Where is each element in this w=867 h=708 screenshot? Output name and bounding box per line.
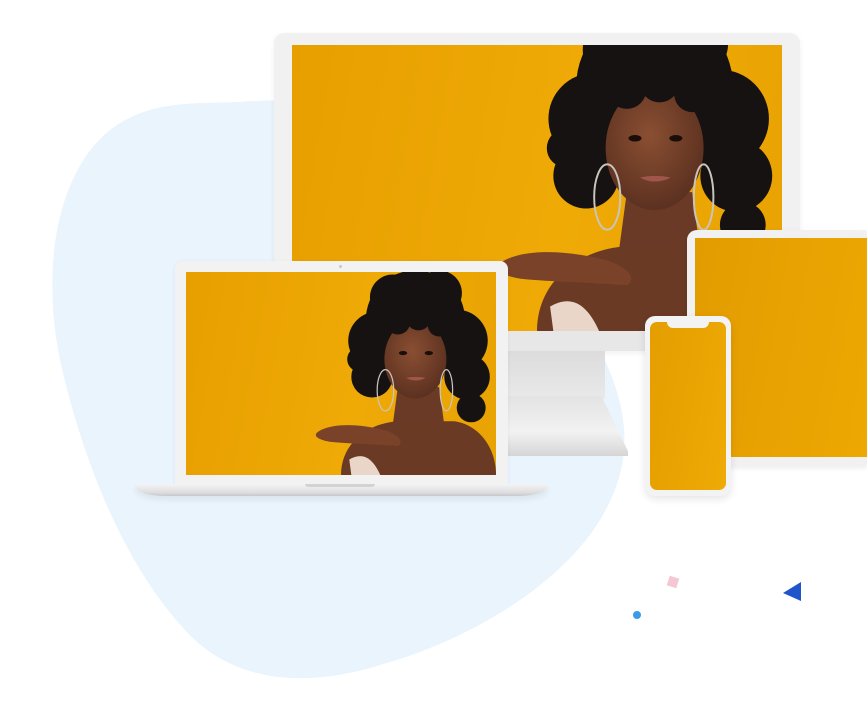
laptop-portrait-photo	[186, 272, 496, 475]
laptop-base	[135, 484, 548, 496]
laptop-notch	[305, 484, 375, 487]
phone-notch	[667, 321, 709, 328]
laptop	[175, 261, 508, 486]
hero-illustration	[0, 0, 867, 708]
phone-portrait-photo	[650, 322, 726, 490]
monitor-stand-neck	[505, 351, 605, 399]
triangle-icon	[783, 582, 801, 601]
smartphone	[645, 316, 731, 496]
laptop-camera-icon	[339, 265, 342, 268]
circle-icon	[633, 611, 641, 619]
